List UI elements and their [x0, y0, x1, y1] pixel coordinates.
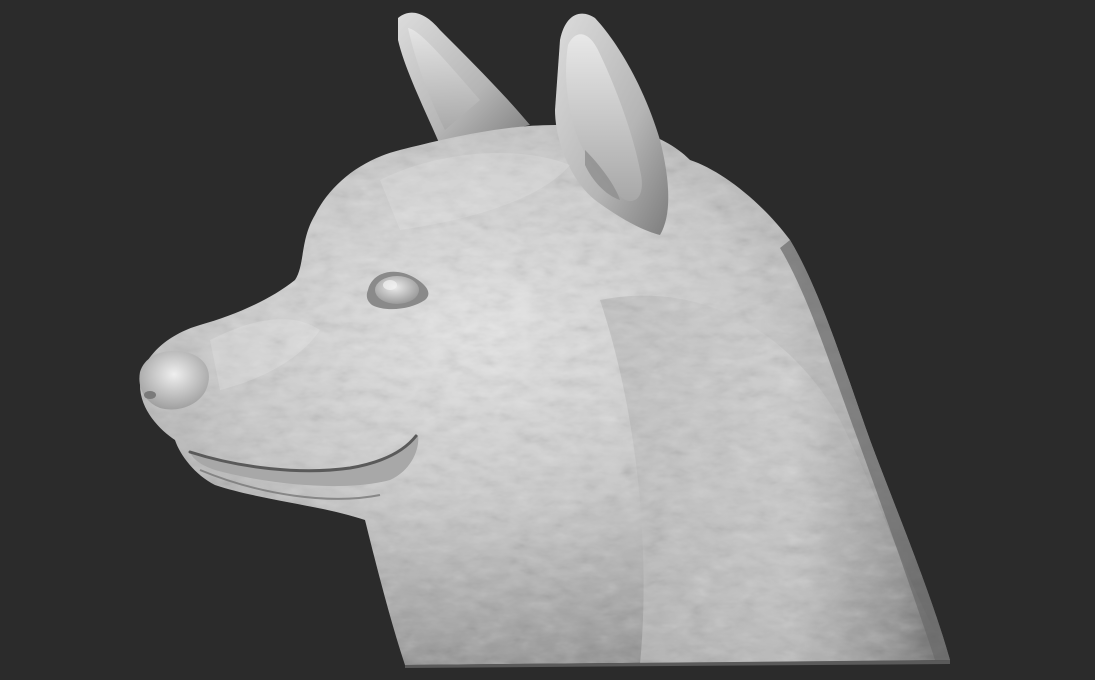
sculpt-viewport — [0, 0, 1095, 680]
dog-head-sculpt-render — [0, 0, 1095, 680]
